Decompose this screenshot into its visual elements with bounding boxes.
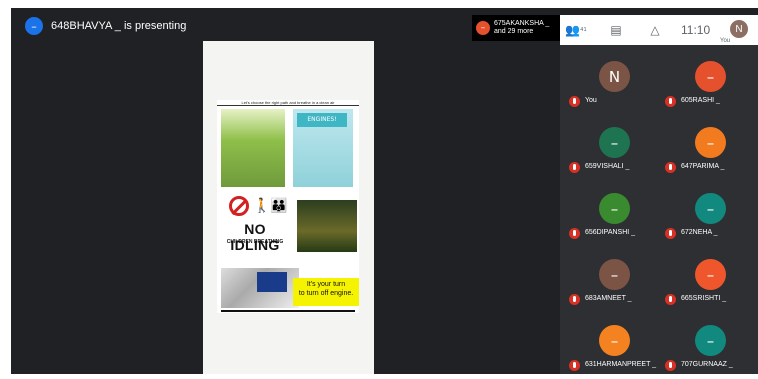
participant-avatar: – [695, 193, 726, 224]
no-idling-icon [229, 196, 249, 216]
presenting-banner: – 648BHAVYA _ is presenting [25, 17, 186, 35]
participant-avatar: – [695, 259, 726, 290]
poster-card [257, 272, 287, 292]
participant-tile[interactable]: – 605RASHI _ [661, 50, 753, 110]
shared-poster: Let's choose the right path and breathe … [217, 100, 359, 313]
clock-time: 11:10 [681, 23, 711, 37]
participant-name: 656DIPANSHI _ [585, 229, 636, 236]
mic-off-icon [569, 162, 580, 173]
participant-avatar: – [695, 61, 726, 92]
participant-tile[interactable]: – 647PARIMA _ [661, 116, 753, 176]
presenter-avatar: – [25, 17, 43, 35]
mic-off-icon [665, 162, 676, 173]
participant-avatar: N [599, 61, 630, 92]
meeting-window: – 648BHAVYA _ is presenting Let's choose… [11, 8, 758, 374]
participant-tile[interactable]: N You [565, 50, 657, 110]
participant-tile[interactable]: – 707GURNAAZ _ [661, 314, 753, 374]
mic-off-icon [569, 228, 580, 239]
participant-name: 707GURNAAZ _ [681, 361, 733, 368]
family-icon: 🚶👪 [253, 198, 288, 214]
mic-off-icon [569, 360, 580, 371]
mic-off-icon [665, 360, 676, 371]
turn-off-engine-text: It's your turn to turn off engine. [298, 281, 354, 297]
participant-name: 683AMNEET _ [585, 295, 632, 302]
participant-tile[interactable]: – 659VISHALI _ [565, 116, 657, 176]
participant-tile[interactable]: – 665SRISHTI _ [661, 248, 753, 308]
sidebar-header: 👥 41 ▤ △ 11:10 N You [560, 15, 758, 45]
mic-off-icon [665, 294, 676, 305]
user-label: You [720, 38, 731, 44]
mic-off-icon [569, 294, 580, 305]
mic-off-icon [569, 96, 580, 107]
participant-name: 672NEHA _ [681, 229, 718, 236]
participant-name: 665SRISHTI _ [681, 295, 727, 302]
presenter-chip[interactable]: – 675AKANKSHA _ and 29 more [472, 15, 560, 41]
participant-tile[interactable]: – 672NEHA _ [661, 182, 753, 242]
participant-avatar: – [599, 325, 630, 356]
participant-name: 631HARMANPREET _ [585, 361, 657, 368]
activities-icon[interactable]: △ [645, 21, 665, 39]
poster-photo [297, 200, 357, 252]
participant-avatar: – [599, 127, 630, 158]
user-avatar[interactable]: N [730, 20, 748, 38]
presenter-chip-name: 675AKANKSHA _ [494, 20, 550, 27]
participant-name: You [585, 97, 597, 104]
participant-avatar: – [695, 325, 726, 356]
poster-engines-heading: ENGINES! [297, 113, 347, 127]
participant-avatar: – [695, 127, 726, 158]
participant-avatar: – [599, 193, 630, 224]
presenter-chip-avatar: – [476, 21, 490, 35]
poster-divider [221, 310, 355, 312]
chat-icon[interactable]: ▤ [606, 21, 626, 39]
mic-off-icon [665, 96, 676, 107]
poster-road-illustration [221, 109, 285, 187]
people-icon[interactable]: 👥 41 [565, 21, 587, 39]
presenting-text: 648BHAVYA _ is presenting [51, 20, 187, 32]
poster-title: Let's choose the right path and breathe … [217, 100, 359, 106]
presenter-chip-more: and 29 more [494, 28, 534, 35]
participant-tile[interactable]: – 631HARMANPREET _ [565, 314, 657, 374]
participant-grid: N You – 605RASHI _ – 659VISHALI _ – 647P… [560, 45, 758, 374]
participant-name: 647PARIMA _ [681, 163, 725, 170]
participant-name: 605RASHI _ [681, 97, 720, 104]
participant-name: 659VISHALI _ [585, 163, 630, 170]
participant-avatar: – [599, 259, 630, 290]
people-count: 41 [580, 27, 587, 33]
participant-tile[interactable]: – 683AMNEET _ [565, 248, 657, 308]
participant-tile[interactable]: – 656DIPANSHI _ [565, 182, 657, 242]
no-idling-text: NO IDLING [230, 221, 280, 253]
mic-off-icon [665, 228, 676, 239]
children-breathing-text: CHILDREN BREATHING [226, 239, 284, 245]
